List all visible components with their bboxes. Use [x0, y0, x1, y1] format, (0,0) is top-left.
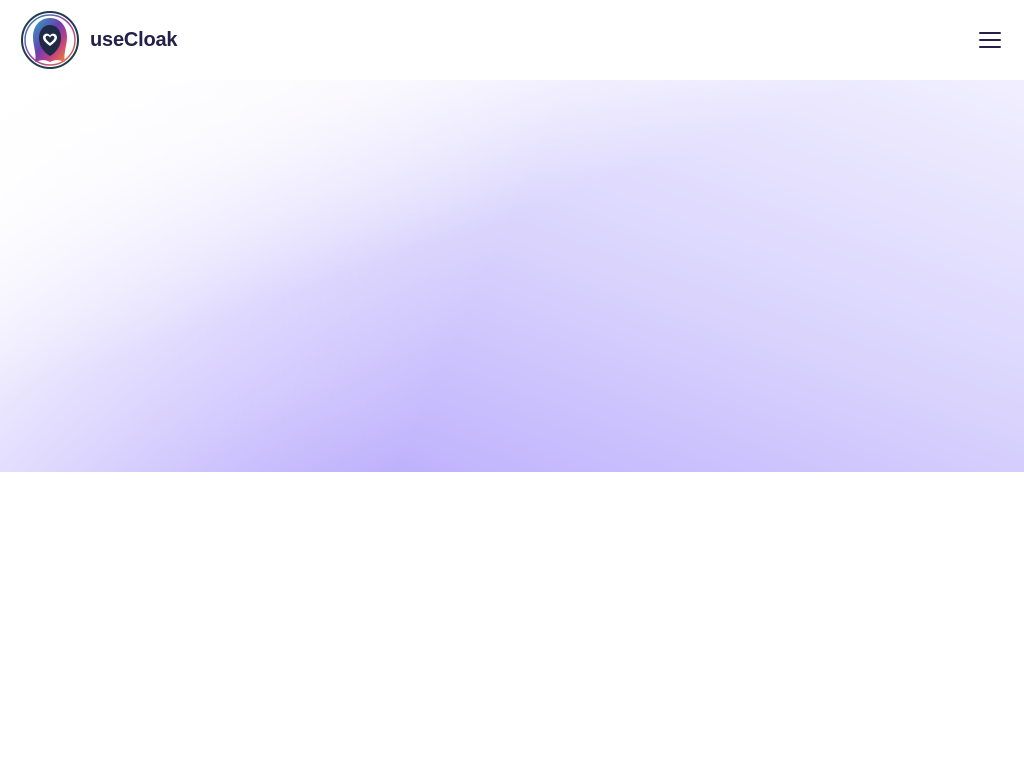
page-content-area — [0, 472, 1024, 768]
site-header: useCloak — [0, 0, 1024, 80]
hooded-figure-logo-icon — [21, 11, 79, 69]
brand-name: useCloak — [90, 28, 178, 51]
hero-gradient-banner — [0, 80, 1024, 472]
hamburger-menu-icon — [979, 32, 1001, 48]
hero-gradient-overlay — [0, 80, 1024, 472]
brand-home-link[interactable]: useCloak — [20, 10, 178, 70]
menu-button[interactable] — [970, 22, 1010, 58]
